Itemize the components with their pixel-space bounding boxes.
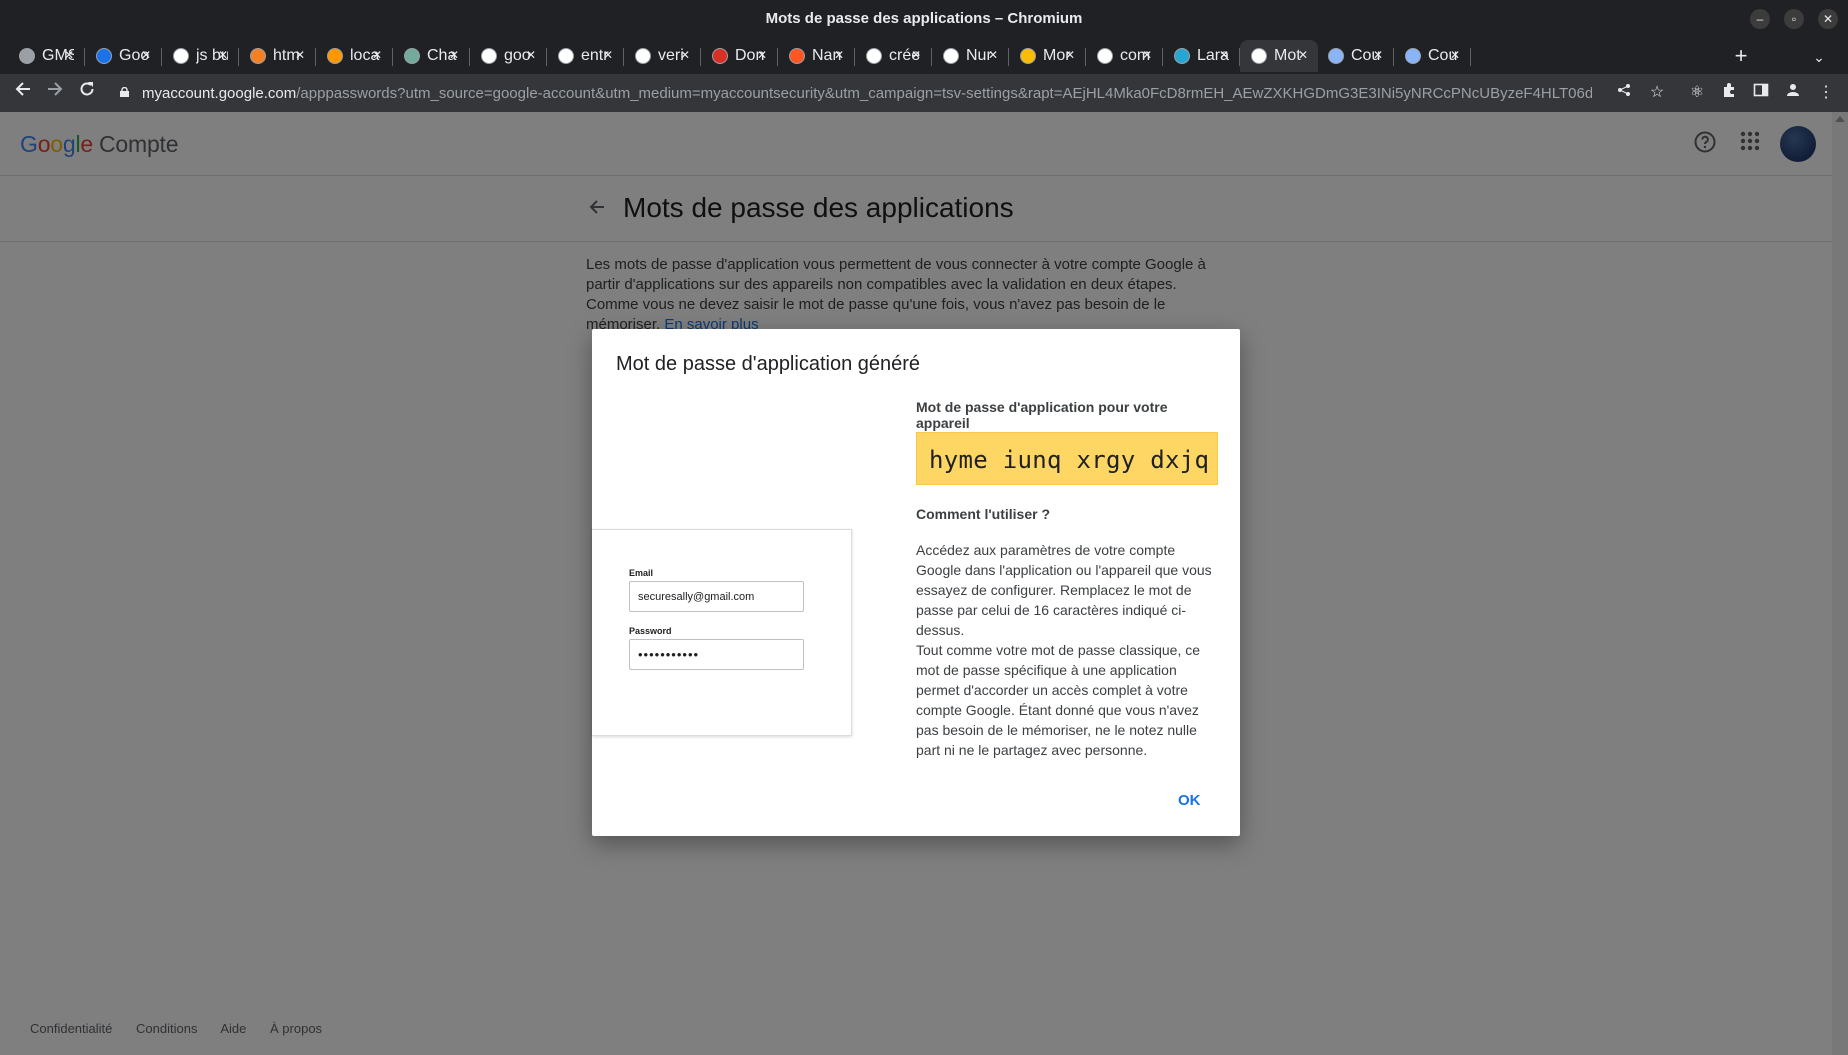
tab-close-icon[interactable]: ✕ bbox=[753, 46, 771, 64]
url-text[interactable]: myaccount.google.com/apppasswords?utm_so… bbox=[142, 85, 1592, 102]
illustration-password-label: Password bbox=[629, 626, 672, 636]
flag-icon bbox=[1020, 48, 1036, 64]
tab-search-icon[interactable]: ⌄ bbox=[1806, 44, 1832, 70]
tab-close-icon[interactable]: ✕ bbox=[445, 46, 463, 64]
browser-tab[interactable]: Goo ✕ bbox=[85, 40, 162, 72]
browser-menu-icon[interactable]: ⋮ bbox=[1815, 82, 1837, 104]
tab-close-icon[interactable]: ✕ bbox=[830, 46, 848, 64]
tab-close-icon[interactable]: ✕ bbox=[60, 46, 78, 64]
back-button[interactable] bbox=[10, 80, 36, 106]
browser-tab[interactable]: com ✕ bbox=[1086, 40, 1163, 72]
tab-close-icon[interactable]: ✕ bbox=[291, 46, 309, 64]
browser-tab[interactable]: Cou ✕ bbox=[1394, 40, 1471, 72]
extensions-icon[interactable] bbox=[1718, 82, 1740, 104]
google-icon bbox=[481, 48, 497, 64]
browser-tab[interactable]: Don ✕ bbox=[701, 40, 778, 72]
wordpress-icon bbox=[1405, 48, 1421, 64]
browser-tab[interactable]: Nur ✕ bbox=[932, 40, 1009, 72]
browser-tab[interactable]: htm ✕ bbox=[239, 40, 316, 72]
tab-close-icon[interactable]: ✕ bbox=[522, 46, 540, 64]
instructions-step-2: Tout comme votre mot de passe classique,… bbox=[916, 642, 1201, 758]
maximize-icon[interactable]: ▫ bbox=[1784, 9, 1804, 29]
profile-icon[interactable] bbox=[1782, 82, 1804, 104]
browser-tab[interactable]: Mor ✕ bbox=[1009, 40, 1086, 72]
tab-close-icon[interactable]: ✕ bbox=[214, 46, 232, 64]
nano-icon bbox=[789, 48, 805, 64]
browser-tab[interactable]: Lara ✕ bbox=[1163, 40, 1240, 72]
react-devtools-icon[interactable]: ⚛ bbox=[1686, 82, 1708, 104]
globe-icon bbox=[19, 48, 35, 64]
tab-close-icon[interactable]: ✕ bbox=[1138, 46, 1156, 64]
generated-password-dialog: Mot de passe d'application généré Email … bbox=[592, 329, 1240, 836]
address-bar[interactable]: myaccount.google.com/apppasswords?utm_so… bbox=[110, 77, 1680, 109]
browser-tab[interactable]: entr ✕ bbox=[547, 40, 624, 72]
close-window-icon[interactable]: ✕ bbox=[1818, 9, 1838, 29]
tab-strip: + ⌄ GMS ✕ Goo ✕ js bu ✕ htm ✕ loca ✕ Cha ✕ goo ✕ entr ✕… bbox=[0, 38, 1848, 74]
browser-tab[interactable]: js bu ✕ bbox=[162, 40, 239, 72]
dialog-title: Mot de passe d'application généré bbox=[616, 353, 921, 375]
tab-close-icon[interactable]: ✕ bbox=[676, 46, 694, 64]
laracasts-icon bbox=[1174, 48, 1190, 64]
google-icon bbox=[866, 48, 882, 64]
tab-close-icon[interactable]: ✕ bbox=[599, 46, 617, 64]
generated-password-box[interactable]: hyme iunq xrgy dxjq bbox=[916, 432, 1218, 485]
browser-tab[interactable]: Nan ✕ bbox=[778, 40, 855, 72]
browser-tab[interactable]: Mot ✕ bbox=[1240, 40, 1318, 72]
ok-button[interactable]: OK bbox=[1172, 790, 1207, 811]
minimize-icon[interactable]: – bbox=[1750, 9, 1770, 29]
instructions-step-1: Accédez aux paramètres de votre compte G… bbox=[916, 542, 1212, 638]
illustration-email-label: Email bbox=[629, 568, 654, 578]
tab-close-icon[interactable]: ✕ bbox=[1061, 46, 1079, 64]
browser-tab[interactable]: Cou ✕ bbox=[1317, 40, 1394, 72]
browser-tab[interactable]: goo ✕ bbox=[470, 40, 547, 72]
generated-password[interactable]: hyme iunq xrgy dxjq bbox=[929, 446, 1209, 474]
tab-close-icon[interactable]: ✕ bbox=[1294, 46, 1312, 64]
sheet-icon bbox=[943, 48, 959, 64]
browser-toolbar: myaccount.google.com/apppasswords?utm_so… bbox=[0, 74, 1848, 112]
tab-close-icon[interactable]: ✕ bbox=[1369, 46, 1387, 64]
chatgpt-icon bbox=[404, 48, 420, 64]
google-icon bbox=[1097, 48, 1113, 64]
badge-icon bbox=[712, 48, 728, 64]
stackoverflow-icon bbox=[250, 48, 266, 64]
bookmark-star-icon[interactable]: ☆ bbox=[1646, 82, 1668, 104]
browser-tab[interactable]: crée ✕ bbox=[855, 40, 932, 72]
calendar-icon bbox=[96, 48, 112, 64]
how-to-use-heading: Comment l'utiliser ? bbox=[916, 506, 1051, 522]
reload-button[interactable] bbox=[74, 80, 100, 106]
new-tab-button[interactable]: + bbox=[1728, 44, 1754, 70]
side-panel-icon[interactable] bbox=[1750, 82, 1772, 104]
window-titlebar: Mots de passe des applications – Chromiu… bbox=[0, 0, 1848, 38]
tab-close-icon[interactable]: ✕ bbox=[984, 46, 1002, 64]
lock-icon[interactable] bbox=[120, 87, 129, 97]
illustration-password-field: ••••••••••• bbox=[629, 639, 804, 670]
browser-tab[interactable]: Cha ✕ bbox=[393, 40, 470, 72]
google-icon bbox=[635, 48, 651, 64]
tab-close-icon[interactable]: ✕ bbox=[907, 46, 925, 64]
browser-tab[interactable]: GMS ✕ bbox=[8, 40, 85, 72]
illustration-email-field: securesally@gmail.com bbox=[629, 581, 804, 612]
app-password-heading: Mot de passe d'application pour votre ap… bbox=[916, 399, 1168, 431]
browser-tab[interactable]: veri ✕ bbox=[624, 40, 701, 72]
window-title: Mots de passe des applications – Chromiu… bbox=[765, 10, 1083, 27]
login-illustration: Email securesally@gmail.com Password •••… bbox=[592, 529, 852, 736]
forward-button[interactable] bbox=[42, 80, 68, 106]
google-icon bbox=[173, 48, 189, 64]
laravel-icon bbox=[327, 48, 343, 64]
tab-close-icon[interactable]: ✕ bbox=[137, 46, 155, 64]
tab-close-icon[interactable]: ✕ bbox=[1446, 46, 1464, 64]
share-icon[interactable] bbox=[1613, 82, 1635, 104]
how-to-use-text: Accédez aux paramètres de votre compte G… bbox=[916, 540, 1218, 760]
google-icon bbox=[1251, 48, 1267, 64]
browser-tab[interactable]: loca ✕ bbox=[316, 40, 393, 72]
tab-close-icon[interactable]: ✕ bbox=[368, 46, 386, 64]
google-icon bbox=[558, 48, 574, 64]
wordpress-icon bbox=[1328, 48, 1344, 64]
tab-close-icon[interactable]: ✕ bbox=[1215, 46, 1233, 64]
tab-separator bbox=[1470, 48, 1471, 66]
